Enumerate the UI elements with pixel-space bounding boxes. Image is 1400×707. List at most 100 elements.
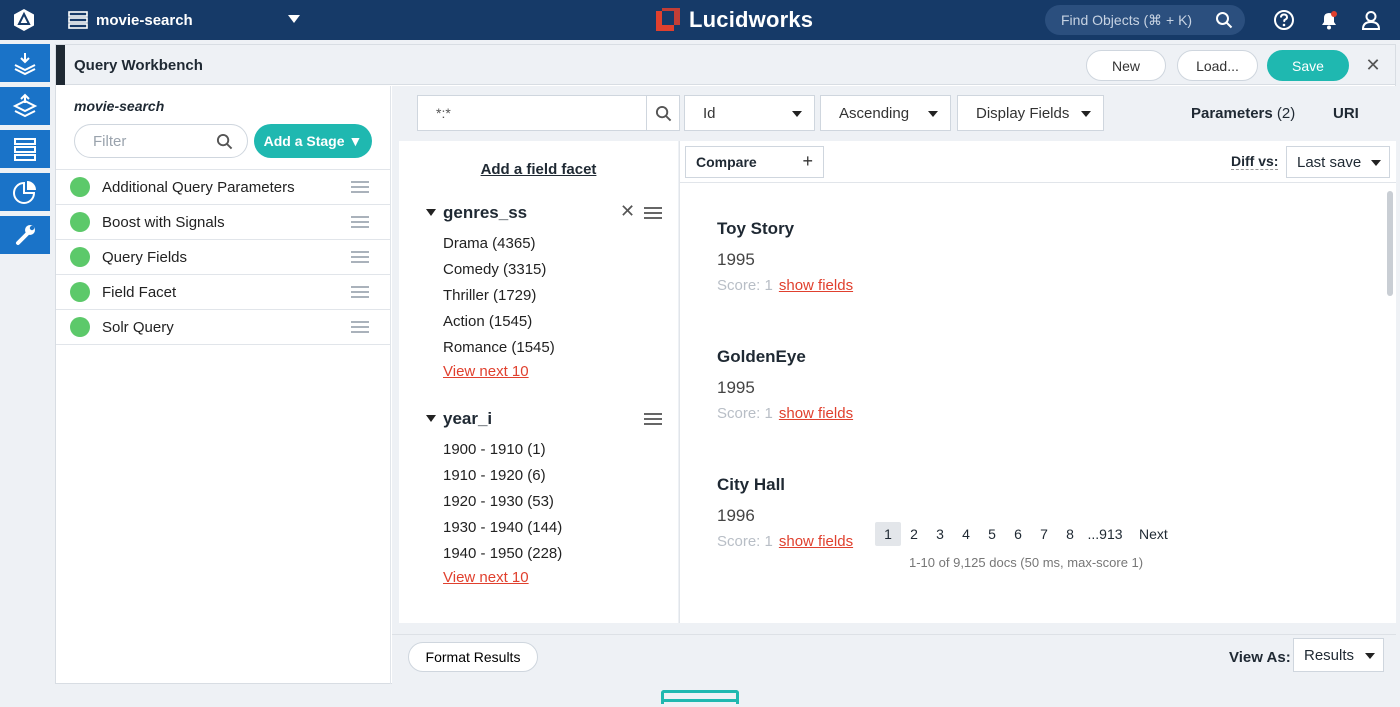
- remove-facet-icon[interactable]: ✕: [620, 201, 635, 222]
- drag-handle-icon[interactable]: [351, 251, 369, 264]
- collapse-triangle-icon[interactable]: [426, 415, 436, 422]
- help-icon[interactable]: [1273, 9, 1295, 31]
- show-fields-link[interactable]: show fields: [779, 405, 853, 422]
- find-objects-input[interactable]: Find Objects (⌘ + K): [1045, 5, 1245, 35]
- facet-value[interactable]: 1900 - 1910 (1): [443, 437, 678, 463]
- facet-menu-icon[interactable]: [644, 207, 662, 220]
- page-link[interactable]: 7: [1031, 522, 1057, 546]
- add-stage-button[interactable]: Add a Stage ▼: [254, 124, 372, 158]
- stage-item[interactable]: Additional Query Parameters: [56, 170, 391, 205]
- rail-system[interactable]: [0, 216, 50, 254]
- stage-label: Field Facet: [102, 283, 177, 301]
- compare-label: Compare: [696, 154, 757, 170]
- parameters-label: Parameters: [1191, 105, 1273, 122]
- view-next-link[interactable]: View next 10: [443, 361, 678, 385]
- drag-handle-icon[interactable]: [351, 216, 369, 229]
- next-page-link[interactable]: Next: [1139, 522, 1168, 546]
- new-button[interactable]: New: [1086, 50, 1166, 81]
- page-link[interactable]: 8: [1057, 522, 1083, 546]
- doc-score-row: Score: 1 show fields: [717, 533, 853, 550]
- display-fields-label: Display Fields: [976, 104, 1070, 122]
- drag-handle-icon[interactable]: [351, 286, 369, 299]
- doc-year: 1995: [717, 378, 755, 397]
- rail-index-pipelines[interactable]: [0, 44, 50, 82]
- index-pipelines-icon: [14, 53, 36, 76]
- panel-resize-handle[interactable]: [661, 690, 739, 704]
- page-link[interactable]: 3: [927, 522, 953, 546]
- sort-order-select[interactable]: Ascending: [820, 95, 951, 131]
- results-scrollbar[interactable]: [1387, 191, 1393, 296]
- facet-value[interactable]: 1940 - 1950 (228): [443, 541, 678, 567]
- notifications-bell-icon[interactable]: [1318, 9, 1340, 31]
- user-profile-icon[interactable]: [1360, 9, 1382, 31]
- view-next-link[interactable]: View next 10: [443, 567, 678, 591]
- stage-item[interactable]: Boost with Signals: [56, 205, 391, 240]
- facet-value[interactable]: Thriller (1729): [443, 283, 678, 309]
- fusion-logo-icon[interactable]: [12, 8, 36, 32]
- panel-accent-bar: [56, 45, 65, 85]
- rail-query-pipelines[interactable]: [0, 87, 50, 125]
- view-as-select[interactable]: Results: [1293, 638, 1384, 672]
- facet-value[interactable]: 1910 - 1920 (6): [443, 463, 678, 489]
- stage-status-icon: [70, 317, 90, 337]
- show-fields-link[interactable]: show fields: [779, 533, 853, 550]
- drag-handle-icon[interactable]: [351, 181, 369, 194]
- facet-value[interactable]: Action (1545): [443, 309, 678, 335]
- display-fields-select[interactable]: Display Fields: [957, 95, 1104, 131]
- sort-field-select[interactable]: Id: [684, 95, 815, 131]
- page-link[interactable]: 2: [901, 522, 927, 546]
- format-results-button[interactable]: Format Results: [408, 642, 538, 672]
- chevron-down-icon: [928, 111, 938, 117]
- stage-label: Solr Query: [102, 318, 174, 336]
- close-icon[interactable]: ✕: [1363, 55, 1383, 75]
- facet-value[interactable]: Comedy (3315): [443, 257, 678, 283]
- result-doc: GoldenEye 1995 Score: 1 show fields: [717, 347, 853, 422]
- collapse-triangle-icon[interactable]: [426, 209, 436, 216]
- facet-header[interactable]: genres_ss ✕: [399, 198, 678, 228]
- diff-vs-value: Last save: [1297, 153, 1362, 171]
- page-link[interactable]: 4: [953, 522, 979, 546]
- caret-down-icon: ▼: [348, 133, 363, 149]
- stage-filter-input[interactable]: Filter: [74, 124, 248, 158]
- facet-header[interactable]: year_i: [399, 404, 678, 434]
- doc-score-row: Score: 1 show fields: [717, 277, 853, 294]
- results-status: 1-10 of 9,125 docs (50 ms, max-score 1): [909, 555, 1144, 570]
- query-input[interactable]: *:*: [417, 95, 647, 131]
- panel-header: Query Workbench New Load... Save ✕: [56, 45, 1395, 85]
- add-field-facet-link[interactable]: Add a field facet: [399, 161, 678, 178]
- rail-collections[interactable]: [0, 130, 50, 168]
- stage-item[interactable]: Solr Query: [56, 310, 391, 345]
- page-link-last[interactable]: ...913: [1083, 522, 1127, 546]
- load-button[interactable]: Load...: [1177, 50, 1258, 81]
- query-search-button[interactable]: [647, 95, 680, 131]
- doc-title: GoldenEye: [717, 347, 806, 366]
- rail-analytics[interactable]: [0, 173, 50, 211]
- show-fields-link[interactable]: show fields: [779, 277, 853, 294]
- stage-status-icon: [70, 282, 90, 302]
- uri-toggle[interactable]: URI: [1333, 105, 1359, 122]
- compare-button[interactable]: Compare +: [685, 146, 824, 178]
- app-selector[interactable]: movie-search: [68, 0, 300, 40]
- doc-year: 1996: [717, 506, 755, 525]
- save-button[interactable]: Save: [1267, 50, 1349, 81]
- facet-value[interactable]: 1920 - 1930 (53): [443, 489, 678, 515]
- page-link-current[interactable]: 1: [875, 522, 901, 546]
- page-link[interactable]: 6: [1005, 522, 1031, 546]
- facet-value[interactable]: Romance (1545): [443, 335, 678, 361]
- diff-vs-select[interactable]: Last save: [1286, 146, 1390, 178]
- drag-handle-icon[interactable]: [351, 321, 369, 334]
- facet-value[interactable]: Drama (4365): [443, 231, 678, 257]
- filter-placeholder: Filter: [93, 132, 127, 150]
- stage-item[interactable]: Field Facet: [56, 275, 391, 310]
- page-link[interactable]: 5: [979, 522, 1005, 546]
- pagination: 1 2 3 4 5 6 7 8 ...913 Next: [875, 522, 1168, 546]
- facet-name: year_i: [443, 409, 493, 428]
- query-pipelines-icon: [12, 93, 38, 118]
- stage-item[interactable]: Query Fields: [56, 240, 391, 275]
- chevron-down-icon: [1365, 653, 1375, 659]
- pipeline-name: movie-search: [74, 98, 165, 114]
- parameters-toggle[interactable]: Parameters (2): [1191, 105, 1295, 122]
- facet-menu-icon[interactable]: [644, 413, 662, 426]
- system-icon: [16, 225, 35, 245]
- facet-value[interactable]: 1930 - 1940 (144): [443, 515, 678, 541]
